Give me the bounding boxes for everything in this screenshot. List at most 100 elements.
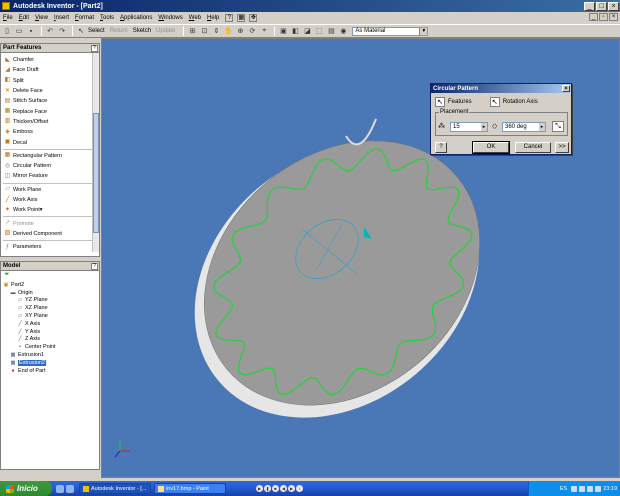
feature-item-chamfer[interactable]: ◣ Chamfer [1,55,99,65]
features-selector[interactable]: ↖ Features [435,96,472,108]
select-arrow-icon[interactable]: ↖ [76,26,86,36]
feature-item-promote[interactable]: ↗ Promote [1,218,99,228]
color-icon[interactable]: ◉ [338,26,348,36]
shadow-icon[interactable]: ◧ [290,26,300,36]
menu-insert[interactable]: Insert [54,15,69,21]
doc-minimize-button[interactable]: _ [589,13,598,21]
count-arrow-icon[interactable]: ▸ [481,123,487,131]
prev-icon[interactable]: ◀ [280,485,287,492]
tree-node-extrusion1[interactable]: ▩ Extrusion1 [3,351,99,359]
undo-icon[interactable]: ↶ [45,26,55,36]
help-icon[interactable]: ? [91,262,98,270]
material-dropdown[interactable]: As Material ▼ [352,26,429,36]
part-features-scrollbar[interactable] [92,53,99,253]
pan-view-icon[interactable]: ✋ [223,26,233,36]
language-indicator[interactable]: ES [560,486,567,492]
doc-close-button[interactable]: × [609,13,618,21]
speaker-icon[interactable] [587,485,594,492]
zoom-icon[interactable]: ⇕ [211,26,221,36]
desktop-icon[interactable] [56,484,64,493]
display-mode-icon[interactable]: ▣ [278,26,288,36]
filter-icon[interactable]: ⏷ [1,271,99,280]
feature-item-emboss[interactable]: ◈ Emboss [1,127,99,137]
feature-item-face-draft[interactable]: ◢ Face Draft [1,65,99,75]
tree-node-y-axis[interactable]: ╱ Y Axis [3,328,99,336]
angle-field[interactable]: 360 deg ▸ [502,122,546,132]
zoom-all-icon[interactable]: ⊞ [187,26,197,36]
maximize-button[interactable]: □ [596,1,607,11]
taskbar-paint-button[interactable]: inv17.bmp - Paint [154,483,226,494]
zoom-window-icon[interactable]: ⊡ [199,26,209,36]
tree-node-x-axis[interactable]: ╱ X Axis [3,320,99,328]
help-button[interactable]: ? [435,142,447,153]
ok-button[interactable]: OK [472,141,510,154]
rotation-axis-selector[interactable]: ↖ Rotation Axis [489,96,538,108]
tree-node-end-of-part[interactable]: ● End of Part [3,367,99,375]
menu-tools[interactable]: Tools [100,15,114,21]
tree-node-origin[interactable]: ▬ Origin [3,289,99,297]
menu-help[interactable]: Help [207,15,219,21]
minimize-button[interactable]: _ [584,1,595,11]
play-icon[interactable]: ▶ [256,485,263,492]
count-field[interactable]: 15 ▸ [450,122,488,132]
model-header[interactable]: Model ? [1,262,99,271]
network-icon[interactable] [571,485,578,492]
volume-icon[interactable]: ♪ [296,485,303,492]
dialog-title-bar[interactable]: Circular Pattern × [431,84,571,93]
menu-web[interactable]: Web [189,15,201,21]
close-button[interactable]: × [608,1,619,11]
feature-item-rectangular-pattern[interactable]: ▦ Rectangular Pattern [1,151,99,161]
menu-file[interactable]: File [3,15,13,21]
cancel-button[interactable]: Cancel [515,142,551,153]
open-icon[interactable]: ▭ [14,26,24,36]
tree-node-part2[interactable]: ▣ Part2 [3,281,99,289]
zoom-selected-icon[interactable]: ⊕ [235,26,245,36]
part-features-header[interactable]: Part Features ? [1,44,99,53]
tree-node-z-axis[interactable]: ╱ Z Axis [3,336,99,344]
tree-node-xy-plane[interactable]: ▱ XY Plane [3,312,99,320]
feature-item-work-axis[interactable]: ╱ Work Axis [1,195,99,205]
feature-item-work-plane[interactable]: ▱ Work Plane [1,185,99,195]
analysis-icon[interactable]: ▤ [326,26,336,36]
taskbar-inventor-button[interactable]: Autodesk Inventor - [... [79,483,151,494]
scrollbar-thumb[interactable] [93,113,99,233]
more-button[interactable]: >> [555,142,569,153]
menu-view[interactable]: View [35,15,48,21]
dialog-close-button[interactable]: × [562,85,570,92]
menu-format[interactable]: Format [75,15,94,21]
redo-icon[interactable]: ↷ [57,26,67,36]
doc-restore-button[interactable]: ▫ [599,13,608,21]
feature-item-split[interactable]: ◧ Split [1,76,99,86]
feature-item-thicken-offset[interactable]: ▥ Thicken/Offset [1,117,99,127]
angle-arrow-icon[interactable]: ▸ [539,123,545,131]
select-button[interactable]: Select [88,28,105,34]
menu-applications[interactable]: Applications [120,15,152,21]
next-icon[interactable]: ▶ [288,485,295,492]
feature-item-mirror-feature[interactable]: ◫ Mirror Feature [1,171,99,181]
section-icon[interactable]: ⬚ [314,26,324,36]
calendar-icon[interactable]: ▦ [237,14,246,22]
return-button[interactable]: Return [110,28,128,34]
messenger-icon[interactable] [595,485,602,492]
antivirus-icon[interactable] [579,485,586,492]
update-button[interactable]: Update [156,28,175,34]
feature-item-work-point[interactable]: ✦ Work Point ▾ [1,205,99,215]
pan-icon[interactable]: ✥ [249,14,258,22]
fit-icon[interactable]: ⤡ [552,121,564,132]
pause-icon[interactable]: ❚ [264,485,271,492]
camera-icon[interactable]: ◪ [302,26,312,36]
feature-item-replace-face[interactable]: ▦ Replace Face [1,106,99,116]
feature-item-decal[interactable]: ▣ Decal [1,137,99,147]
menu-windows[interactable]: Windows [158,15,182,21]
feature-item-circular-pattern[interactable]: ◎ Circular Pattern [1,161,99,171]
new-icon[interactable]: ▯ [2,26,12,36]
sketch-button[interactable]: Sketch [133,28,151,34]
start-button[interactable]: Inicio [0,481,52,496]
feature-item-stitch-surface[interactable]: ▤ Stitch Surface [1,96,99,106]
whats-this-icon[interactable]: ? [225,14,234,22]
rotate-icon[interactable]: ⟳ [247,26,257,36]
menu-edit[interactable]: Edit [19,15,29,21]
stop-icon[interactable]: ■ [272,485,279,492]
browser-icon[interactable] [66,484,74,493]
feature-item-parameters[interactable]: ƒ Parameters [1,242,99,252]
